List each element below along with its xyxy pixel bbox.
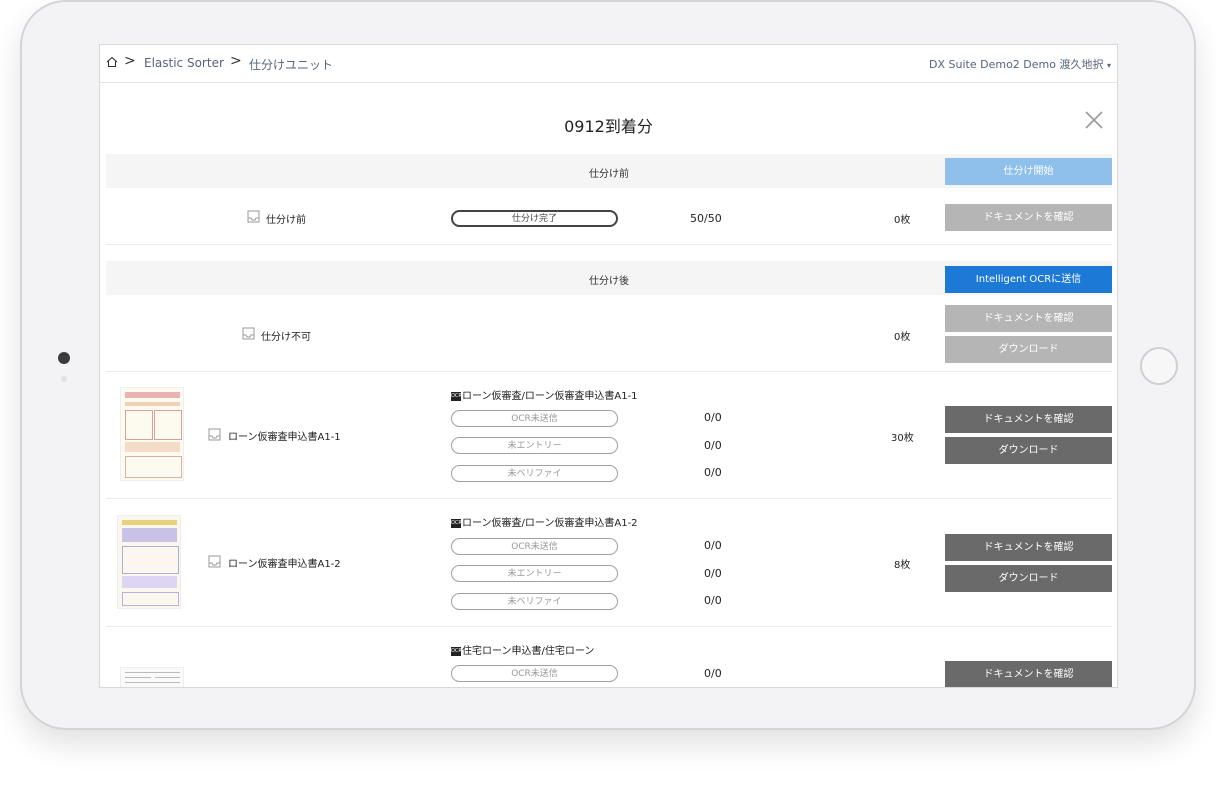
before-tray-name: 仕分け前 [266,215,306,226]
status-count: 0/0 [704,594,722,607]
document-thumbnail[interactable] [120,387,184,481]
breadcrumb-separator: > [124,53,136,69]
close-icon[interactable] [1085,111,1103,133]
page-count: 0枚 [894,332,911,343]
app-screen: > Elastic Sorter > 仕分けユニット DX Suite Demo… [99,44,1118,688]
breadcrumb-sorting-unit[interactable]: 仕分けユニット [249,56,333,73]
tray-icon [247,210,260,223]
document-type-label: ローン仮審査/ローン仮審査申込書A1-2 [462,518,638,529]
divider [106,244,1112,245]
status-badge: 未ベリファイ [451,593,618,610]
confirm-documents-button[interactable]: ドキュメントを確認 [945,305,1112,332]
status-count: 0/0 [704,466,722,479]
user-name: DX Suite Demo2 Demo 渡久地択 [929,58,1104,71]
page-title: 0912到着分 [564,117,653,136]
tray-name: ローン仮審査申込書A1-2 [228,559,341,570]
document-thumbnail[interactable] [120,667,184,687]
confirm-documents-button[interactable]: ドキュメントを確認 [945,204,1112,231]
download-button[interactable]: ダウンロード [945,565,1112,592]
status-badge: 仕分け完了 [451,210,618,227]
status-count: 0/0 [704,567,722,580]
document-type-title: OCR住宅ローン申込書/住宅ローン [451,642,594,657]
divider [106,498,1112,499]
ocr-icon: OCR [451,391,462,401]
start-sorting-button[interactable]: 仕分け開始 [945,158,1112,185]
divider [106,626,1112,627]
ocr-icon: OCR [451,518,462,528]
status-badge: 未エントリー [451,565,618,582]
chevron-down-icon: ▾ [1106,61,1111,70]
breadcrumb-separator: > [230,53,242,69]
progress-count: 50/50 [690,212,722,225]
status-count: 0/0 [704,539,722,552]
home-icon[interactable] [106,56,118,71]
confirm-documents-button[interactable]: ドキュメントを確認 [945,661,1112,687]
download-button[interactable]: ダウンロード [945,336,1112,363]
status-badge: 未エントリー [451,437,618,454]
send-to-ocr-button[interactable]: Intelligent OCRに送信 [945,266,1112,293]
tray-name: ローン仮審査申込書A1-1 [228,432,341,443]
status-badge: 未ベリファイ [451,465,618,482]
tray-icon [242,327,255,340]
status-count: 0/0 [704,411,722,424]
document-type-title: OCRローン仮審査/ローン仮審査申込書A1-1 [451,387,638,402]
ocr-icon: OCR [451,646,462,656]
top-bar: > Elastic Sorter > 仕分けユニット DX Suite Demo… [100,45,1117,83]
page-count: 0枚 [894,215,911,226]
confirm-documents-button[interactable]: ドキュメントを確認 [945,534,1112,561]
document-type-label: ローン仮審査/ローン仮審査申込書A1-1 [462,391,638,402]
home-button-icon[interactable] [1140,347,1178,385]
status-count: 0/0 [704,439,722,452]
user-menu[interactable]: DX Suite Demo2 Demo 渡久地択 ▾ [929,56,1111,72]
tray-icon [208,428,221,441]
unsortable-tray-name: 仕分け不可 [261,332,311,343]
download-button[interactable]: ダウンロード [945,437,1112,464]
document-type-title: OCRローン仮審査/ローン仮審査申込書A1-2 [451,514,638,529]
divider [106,371,1112,372]
sensor-dot [61,376,67,382]
tray-icon [208,555,221,568]
page-count: 30枚 [891,433,914,444]
status-badge: OCR未送信 [451,538,618,555]
document-thumbnail[interactable] [117,515,181,609]
document-type-label: 住宅ローン申込書/住宅ローン [462,646,595,657]
status-count: 0/0 [704,667,722,680]
breadcrumb-elastic-sorter[interactable]: Elastic Sorter [144,56,224,70]
camera-icon [58,352,70,364]
status-badge: OCR未送信 [451,410,618,427]
page-count: 8枚 [894,560,911,571]
confirm-documents-button[interactable]: ドキュメントを確認 [945,406,1112,433]
status-badge: OCR未送信 [451,665,618,682]
